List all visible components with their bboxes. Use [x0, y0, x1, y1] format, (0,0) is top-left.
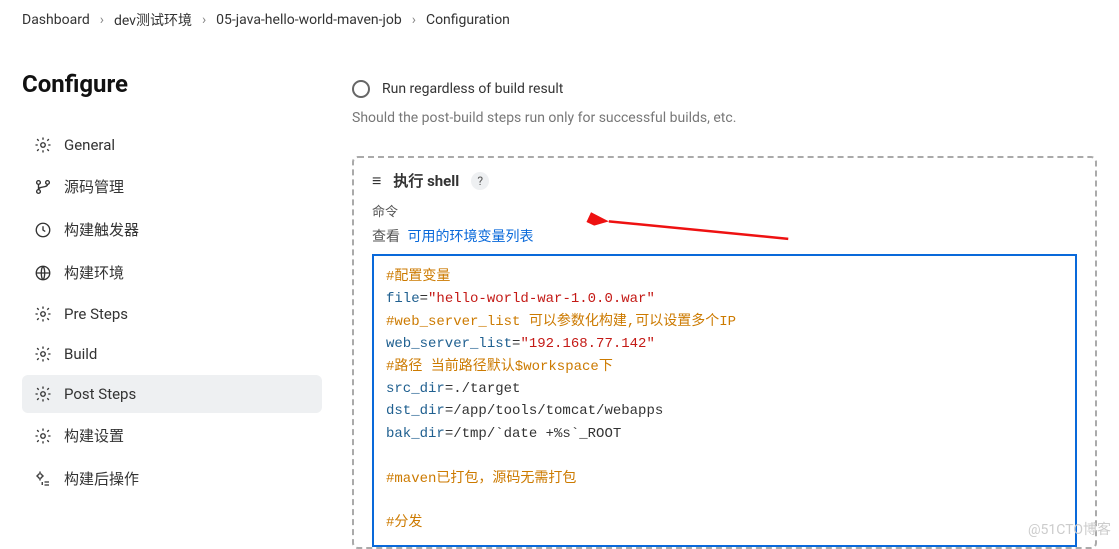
globe-icon [34, 264, 52, 282]
sidebar-item-build[interactable]: Build [22, 335, 322, 373]
gear-icon [34, 345, 52, 363]
page-title: Configure [22, 70, 322, 98]
sidebar-item-构建环境[interactable]: 构建环境 [22, 252, 322, 293]
execute-shell-block: ≡ 执行 shell ? 命令 查看 可用的环境变量列表 #配置变量file="… [352, 156, 1097, 549]
sidebar-item-构建设置[interactable]: 构建设置 [22, 415, 322, 456]
sidebar-item-label: 构建触发器 [64, 219, 139, 240]
chevron-right-icon: › [100, 12, 104, 28]
sidebar-item-label: Build [64, 345, 97, 363]
sidebar-item-label: 源码管理 [64, 176, 124, 197]
sidebar-item-label: General [64, 136, 115, 154]
radio-run-regardless[interactable]: Run regardless of build result [352, 80, 1097, 98]
sidebar-item-构建后操作[interactable]: 构建后操作 [22, 458, 322, 499]
clock-icon [34, 221, 52, 239]
radio-label: Run regardless of build result [382, 81, 563, 97]
sidebar-item-general[interactable]: General [22, 126, 322, 164]
sidebar-item-label: 构建环境 [64, 262, 124, 283]
chevron-right-icon: › [412, 12, 416, 28]
gear-icon [34, 385, 52, 403]
sidebar-item-pre-steps[interactable]: Pre Steps [22, 295, 322, 333]
sidebar-item-post-steps[interactable]: Post Steps [22, 375, 322, 413]
gear-tree-icon [34, 470, 52, 488]
hint-text: Should the post-build steps run only for… [352, 110, 1097, 126]
breadcrumb-item[interactable]: Configuration [426, 12, 510, 28]
chevron-right-icon: › [202, 12, 206, 28]
sidebar-item-构建触发器[interactable]: 构建触发器 [22, 209, 322, 250]
sidebar-item-label: 构建后操作 [64, 468, 139, 489]
env-vars-link[interactable]: 可用的环境变量列表 [407, 229, 533, 245]
main-panel: Run regardless of build result Should th… [352, 40, 1097, 549]
help-icon[interactable]: ? [471, 172, 489, 190]
sidebar-item-label: 构建设置 [64, 425, 124, 446]
breadcrumb-item[interactable]: 05-java-hello-world-maven-job [216, 12, 402, 28]
breadcrumb: Dashboard › dev测试环境 › 05-java-hello-worl… [0, 0, 1119, 40]
shell-step-title: 执行 shell [393, 170, 459, 191]
breadcrumb-item[interactable]: Dashboard [22, 12, 90, 28]
breadcrumb-item[interactable]: dev测试环境 [114, 10, 192, 30]
gear-icon [34, 305, 52, 323]
gear-icon [34, 136, 52, 154]
shell-command-textarea[interactable]: #配置变量file="hello-world-war-1.0.0.war"#we… [372, 254, 1077, 547]
sidebar-item-label: Post Steps [64, 385, 136, 403]
sidebar-item-源码管理[interactable]: 源码管理 [22, 166, 322, 207]
sidebar: Configure General 源码管理构建触发器构建环境 Pre Steps B… [22, 40, 352, 549]
gear-icon [34, 427, 52, 445]
branch-icon [34, 178, 52, 196]
drag-handle-icon[interactable]: ≡ [372, 171, 381, 191]
sidebar-item-label: Pre Steps [64, 305, 128, 323]
radio-icon[interactable] [352, 80, 370, 98]
